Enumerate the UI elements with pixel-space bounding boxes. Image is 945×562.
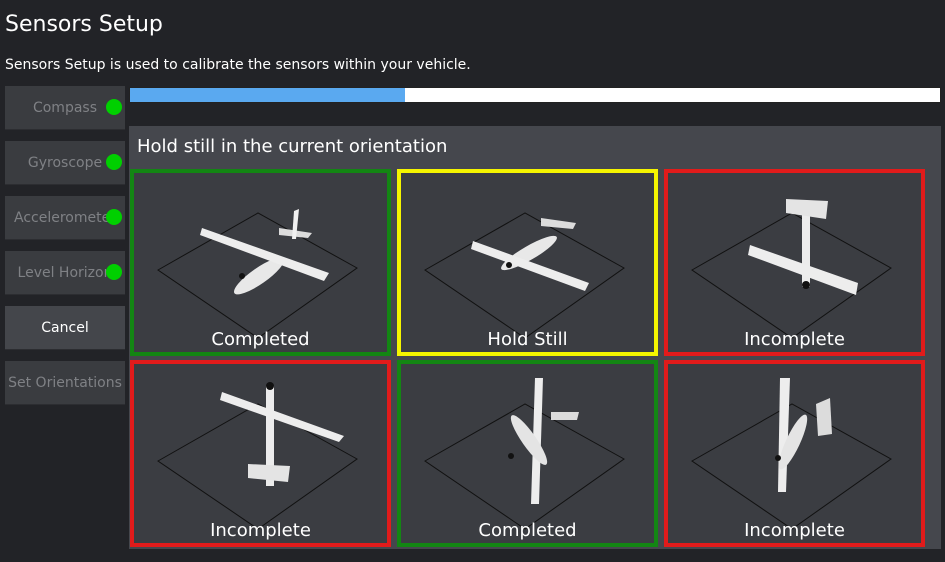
- airplane-right-wing-down-image: [691, 378, 892, 530]
- gyroscope-status-indicator: [106, 154, 122, 170]
- page-title: Sensors Setup: [5, 12, 163, 37]
- gyroscope-button-label: Gyroscope: [27, 154, 103, 171]
- set-orientations-button[interactable]: Set Orientations: [5, 361, 125, 405]
- calibration-progress-bar: [129, 87, 941, 103]
- compass-button-label: Compass: [32, 99, 98, 116]
- level-horizon-button-label: Level Horizon: [17, 264, 113, 281]
- orientation-cell-nose-down: Incomplete: [664, 169, 925, 356]
- orientation-cell-level: Completed: [130, 169, 391, 356]
- airplane-nose-down-image: [691, 199, 892, 339]
- airplane-left-wing-down-image: [424, 378, 625, 530]
- orientation-cell-inverted: Hold Still: [397, 169, 658, 356]
- calibration-instruction: Hold still in the current orientation: [137, 136, 448, 157]
- accelerometer-button[interactable]: Accelerometer: [5, 196, 125, 240]
- cell-status-label: Incomplete: [210, 520, 311, 541]
- page-description: Sensors Setup is used to calibrate the s…: [5, 57, 471, 73]
- orientation-cell-nose-up: Incomplete: [130, 360, 391, 547]
- calibration-panel: Hold still in the current orientation Co…: [129, 126, 941, 549]
- set-orientations-button-label: Set Orientations: [8, 374, 122, 391]
- cell-status-label: Completed: [478, 520, 577, 541]
- accelerometer-button-label: Accelerometer: [14, 209, 116, 226]
- compass-button[interactable]: Compass: [5, 86, 125, 130]
- gyroscope-button[interactable]: Gyroscope: [5, 141, 125, 185]
- accelerometer-status-indicator: [106, 209, 122, 225]
- level-horizon-status-indicator: [106, 264, 122, 280]
- cancel-button[interactable]: Cancel: [5, 306, 125, 350]
- cell-status-label: Completed: [211, 329, 310, 350]
- airplane-nose-up-image: [157, 382, 358, 530]
- cell-status-label: Incomplete: [744, 329, 845, 350]
- level-horizon-button[interactable]: Level Horizon: [5, 251, 125, 295]
- cancel-button-label: Cancel: [41, 319, 89, 336]
- orientation-cell-left-wing-down: Completed: [397, 360, 658, 547]
- airplane-inverted-image: [424, 212, 625, 339]
- cell-status-label: Hold Still: [487, 329, 568, 350]
- airplane-level-image: [157, 209, 358, 339]
- orientation-cell-right-wing-down: Incomplete: [664, 360, 925, 547]
- cell-status-label: Incomplete: [744, 520, 845, 541]
- progress-fill: [130, 88, 406, 102]
- compass-status-indicator: [106, 99, 122, 115]
